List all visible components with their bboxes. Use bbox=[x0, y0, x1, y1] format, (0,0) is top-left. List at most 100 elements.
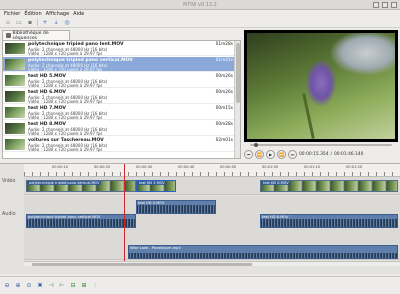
minimize-icon[interactable] bbox=[373, 2, 379, 8]
delete-icon[interactable]: ✖ bbox=[36, 282, 44, 290]
ruler-label: 00:00:30 bbox=[136, 165, 153, 169]
window-controls bbox=[373, 2, 397, 8]
clip-duration: 00m26s bbox=[215, 90, 233, 95]
menu-bar: Fichier Édition Affichage Aide bbox=[0, 10, 400, 18]
timeline-scrollbar[interactable] bbox=[24, 261, 400, 266]
viewer-seek-slider[interactable] bbox=[244, 143, 398, 147]
time-current: 00:00:15.354 bbox=[299, 151, 329, 157]
rewind-start-icon[interactable]: ⏮ bbox=[244, 149, 253, 159]
forward-end-icon[interactable]: ⏭ bbox=[288, 149, 297, 159]
forward-icon[interactable]: ⏩ bbox=[277, 149, 286, 159]
list-item[interactable]: test HD 7.MOV Audio: 2 channels at 48000… bbox=[3, 105, 236, 120]
rewind-icon[interactable]: ⏪ bbox=[255, 149, 264, 159]
seek-track bbox=[250, 144, 392, 146]
list-item[interactable]: test HD 6.MOV Audio: 2 channels at 48000… bbox=[3, 89, 236, 104]
ruler-label: 00:00:40 bbox=[178, 165, 195, 169]
video-preview-frame bbox=[247, 33, 395, 139]
ruler-label: 00:01:00 bbox=[262, 165, 279, 169]
ruler-label: 00:00:10 bbox=[52, 165, 69, 169]
unlink-icon[interactable]: ⊣ bbox=[47, 282, 55, 290]
clip-duration: 00m15s bbox=[215, 106, 233, 111]
clip-thumbnail bbox=[5, 59, 25, 70]
toolbar-separator bbox=[37, 19, 38, 26]
video-clip-label: test HD 5.MOV bbox=[138, 181, 166, 185]
seek-handle[interactable] bbox=[254, 143, 258, 147]
play-icon[interactable]: ▶ bbox=[266, 149, 275, 159]
tab-sequence-library[interactable]: Bibliothèque de séquences bbox=[2, 30, 70, 41]
add-clip-icon[interactable]: + bbox=[41, 19, 49, 27]
clip-video-info: Vidéo : 1280 x 720 pixels à 29.97 fps bbox=[28, 99, 103, 104]
save-icon[interactable]: ▪ bbox=[26, 19, 34, 27]
ruler-label: 00:00:50 bbox=[220, 165, 237, 169]
time-total: 00:01:46.140 bbox=[333, 151, 364, 157]
group-icon[interactable]: ⊞ bbox=[80, 282, 88, 290]
import-icon[interactable]: ⇣ bbox=[52, 19, 60, 27]
audio-waveform bbox=[27, 219, 135, 227]
link-icon[interactable]: ⊢ bbox=[58, 282, 66, 290]
clip-thumbnail bbox=[5, 75, 25, 86]
audio-clip[interactable]: test HD 8.MOV bbox=[260, 214, 398, 228]
list-item[interactable]: polytechnique tripied pano lent.MOV Audi… bbox=[3, 41, 236, 56]
clip-video-info: Vidéo : 1280 x 720 pixels à 29.97 fps bbox=[28, 147, 103, 152]
library-scrollbar[interactable] bbox=[234, 41, 240, 158]
audio-waveform bbox=[129, 253, 397, 258]
audio-clip[interactable]: test HD 5.MOV bbox=[136, 200, 216, 214]
clip-duration: 01m28s bbox=[215, 42, 233, 47]
split-icon[interactable]: ⫶ bbox=[91, 282, 99, 290]
audio-clip[interactable]: Wise Lake - Paradisium.mp3 bbox=[128, 245, 398, 259]
library-scroll-thumb[interactable] bbox=[236, 43, 240, 103]
zoom-fit-icon[interactable]: ⊙ bbox=[25, 282, 33, 290]
ruler-label: 00:01:20 bbox=[346, 165, 363, 169]
playback-controls: ⏮ ⏪ ▶ ⏩ ⏭ 00:00:15.354 / 00:01:46.140 bbox=[244, 148, 398, 160]
clip-duration: 01m41s bbox=[215, 58, 233, 63]
ungroup-icon[interactable]: ⊟ bbox=[69, 282, 77, 290]
clip-thumbnail bbox=[5, 107, 25, 118]
video-clip-label: polytechnique tripied pano vertical.MOV bbox=[28, 181, 101, 185]
video-track-label: Vidéo bbox=[2, 179, 16, 184]
video-clip-label: test HD 8.MOV bbox=[262, 181, 290, 185]
timeline-toolbar: ⊖ ⊕ ⊙ ✖ ⊣ ⊢ ⊟ ⊞ ⫶ bbox=[0, 276, 400, 294]
menu-fichier[interactable]: Fichier bbox=[4, 10, 20, 18]
ruler-ticks bbox=[24, 172, 400, 176]
zoom-in-icon[interactable]: ⊕ bbox=[14, 282, 22, 290]
window-title: PiTiVi v0.13.2 bbox=[183, 2, 217, 8]
clip-video-info: Vidéo : 1280 x 720 pixels à 29.97 fps bbox=[28, 51, 103, 56]
clip-thumbnail bbox=[5, 123, 25, 134]
render-icon[interactable]: ◎ bbox=[63, 19, 71, 27]
video-clip[interactable]: test HD 5.MOV bbox=[136, 180, 176, 192]
clip-video-info: Vidéo : 1280 x 720 pixels à 29.97 fps bbox=[28, 83, 103, 88]
video-clip[interactable]: test HD 8.MOV bbox=[260, 180, 398, 192]
list-item[interactable]: voitures sur Taschereau.MOV Audio: 2 cha… bbox=[3, 137, 236, 152]
clip-thumbnail bbox=[5, 139, 25, 150]
audio-clip[interactable]: polytechnique tripied pano vertical.MOV bbox=[26, 214, 136, 228]
video-clip[interactable]: polytechnique tripied pano vertical.MOV bbox=[26, 180, 136, 192]
timeline: 00:00:10 00:00:20 00:00:30 00:00:40 00:0… bbox=[0, 163, 400, 274]
clip-video-info: Vidéo : 1280 x 720 pixels à 29.97 fps bbox=[28, 67, 103, 72]
new-icon[interactable]: ▫ bbox=[4, 19, 12, 27]
timeline-ruler[interactable]: 00:00:10 00:00:20 00:00:30 00:00:40 00:0… bbox=[24, 164, 400, 177]
ruler-label: 00:00:20 bbox=[94, 165, 111, 169]
window-titlebar: PiTiVi v0.13.2 bbox=[0, 0, 400, 10]
zoom-out-icon[interactable]: ⊖ bbox=[3, 282, 11, 290]
clip-video-info: Vidéo : 1280 x 720 pixels à 29.97 fps bbox=[28, 115, 103, 120]
audio-waveform bbox=[261, 219, 397, 227]
video-viewer bbox=[244, 30, 398, 142]
close-icon[interactable] bbox=[391, 2, 397, 8]
playhead[interactable] bbox=[124, 164, 125, 261]
clip-thumbnail bbox=[5, 43, 25, 54]
menu-edition[interactable]: Édition bbox=[24, 10, 41, 18]
open-icon[interactable]: ▭ bbox=[15, 19, 23, 27]
list-item[interactable]: test HD 8.MOV Audio: 2 channels at 48000… bbox=[3, 121, 236, 136]
list-item[interactable]: test HD 5.MOV Audio: 2 channels at 48000… bbox=[3, 73, 236, 88]
maximize-icon[interactable] bbox=[382, 2, 388, 8]
flower-stem bbox=[302, 93, 315, 139]
timeline-scroll-thumb[interactable] bbox=[32, 263, 252, 266]
audio-clip-label: Wise Lake - Paradisium.mp3 bbox=[130, 246, 181, 250]
library-icon bbox=[6, 33, 11, 38]
menu-aide[interactable]: Aide bbox=[73, 10, 84, 18]
clip-duration: 00m28s bbox=[215, 122, 233, 127]
list-item[interactable]: polytechnique tripied pano vertical.MOV … bbox=[3, 57, 236, 72]
menu-affichage[interactable]: Affichage bbox=[46, 10, 70, 18]
tab-sequence-library-label: Bibliothèque de séquences bbox=[12, 30, 49, 41]
clip-duration: 00m26s bbox=[215, 74, 233, 79]
